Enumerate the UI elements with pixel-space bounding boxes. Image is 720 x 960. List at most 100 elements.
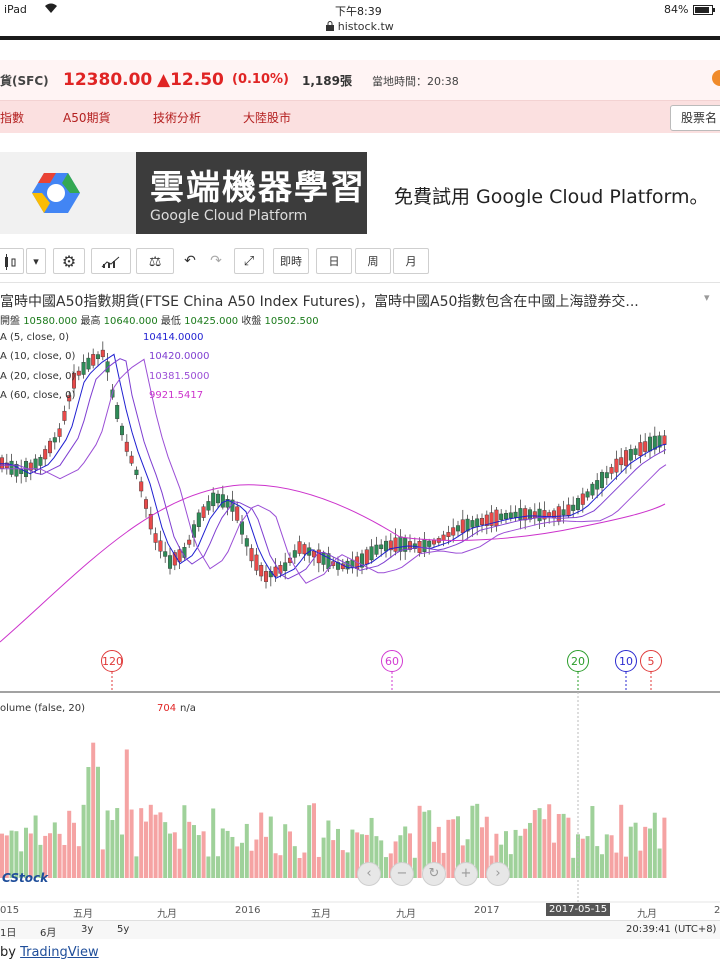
volume-bar <box>192 825 196 878</box>
plus-icon: + <box>460 866 472 881</box>
volume-bar <box>120 834 124 878</box>
volume-bar <box>446 819 451 878</box>
ios-status-bar: iPad 下午8:39 84% <box>0 0 720 20</box>
nav-bar: 指數 A50期貨 技術分析 大陸股市 股票名 <box>0 101 720 133</box>
chevron-down-icon[interactable]: ▾ <box>704 291 710 304</box>
tradingview-link[interactable]: TradingView <box>20 945 99 960</box>
marker-ma-60[interactable]: 60 <box>381 650 403 672</box>
price-chart[interactable] <box>0 282 720 942</box>
fullscreen-button[interactable]: ⤢ <box>234 248 264 274</box>
candle-body <box>513 511 518 518</box>
volume-bar <box>225 830 230 878</box>
chart-type-dropdown[interactable]: ▾ <box>26 248 46 274</box>
zoom-out-button[interactable]: − <box>390 862 414 886</box>
candle-body <box>43 449 48 460</box>
volume-bar <box>542 819 547 878</box>
high-label: 最高 <box>80 316 101 327</box>
settings-button[interactable]: ⚙ <box>53 248 85 274</box>
redo-button[interactable]: ↷ <box>204 248 228 274</box>
candle-body <box>470 520 475 528</box>
volume-bar <box>518 835 523 878</box>
volume-bar <box>86 767 91 878</box>
candle-body <box>119 425 124 436</box>
interval-day-button[interactable]: 日 <box>316 248 352 274</box>
axis-label: 五月 <box>311 909 331 920</box>
volume-bar <box>67 810 72 878</box>
undo-button[interactable]: ↶ <box>178 248 202 274</box>
candle-body <box>571 504 576 511</box>
chart-type-button[interactable] <box>0 248 24 274</box>
nav-item-technical-analysis[interactable]: 技術分析 <box>153 109 201 126</box>
range-6m-button[interactable]: 6月 <box>40 924 56 939</box>
candle-body <box>48 440 53 454</box>
chart-toolbar: ▾ ⚙ ⚖ ↶ ↷ ⤢ 即時 日 周 月 <box>0 242 720 283</box>
interval-realtime-button[interactable]: 即時 <box>273 248 309 274</box>
ma-10-line <box>0 358 667 580</box>
nav-item-index[interactable]: 指數 <box>0 109 24 126</box>
scale-icon: ⚖ <box>148 254 162 270</box>
scroll-left-button[interactable]: ‹ <box>357 862 381 886</box>
chart-canvas[interactable] <box>0 282 720 942</box>
marker-ma-120[interactable]: 120 <box>101 650 123 672</box>
range-5y-button[interactable]: 5y <box>117 924 129 935</box>
range-1d-button[interactable]: 1日 <box>0 924 16 939</box>
volume-bar <box>624 856 628 878</box>
compare-button[interactable]: ⚖ <box>136 248 174 274</box>
volume-bar <box>648 828 652 878</box>
nav-item-a50-futures[interactable]: A50期貨 <box>63 109 110 126</box>
candle-body <box>254 554 259 571</box>
volume-bar <box>657 848 662 878</box>
candle-body <box>590 483 595 496</box>
interval-week-button[interactable]: 周 <box>355 248 391 274</box>
volume-bar <box>177 848 182 878</box>
marker-ma-10[interactable]: 10 <box>615 650 637 672</box>
stock-search-input[interactable]: 股票名 <box>670 105 720 131</box>
candle-body <box>446 532 451 537</box>
low-value: 10425.000 <box>184 316 239 327</box>
interval-month-button[interactable]: 月 <box>393 248 429 274</box>
volume-bar <box>129 809 134 878</box>
candle-body <box>86 357 91 370</box>
volume-bar <box>316 856 321 878</box>
volume-bar <box>168 833 172 878</box>
open-value: 10580.000 <box>23 316 78 327</box>
chevron-down-icon: ▾ <box>33 255 39 268</box>
candle-body <box>220 494 225 508</box>
candle-body <box>206 501 211 511</box>
volume-bar <box>417 805 422 878</box>
ad-title: 雲端機器學習 <box>150 168 366 208</box>
candle-body <box>76 370 81 376</box>
wifi-icon <box>44 3 58 17</box>
candle-body <box>302 544 307 555</box>
candle-body <box>532 511 537 519</box>
volume-bar <box>552 842 556 878</box>
range-bar: 1日 6月 3y 5y 20:39:41 (UTC+8) <box>0 920 720 939</box>
nav-item-china-stocks[interactable]: 大陸股市 <box>243 109 291 126</box>
chevron-left-icon: ‹ <box>366 866 372 881</box>
reset-zoom-button[interactable]: ↻ <box>422 862 446 886</box>
volume-bar <box>230 836 235 878</box>
quote-change: ▲12.50 <box>157 70 224 90</box>
candle-body <box>38 457 43 466</box>
candle-body <box>211 492 216 507</box>
ma-5-line <box>0 353 667 579</box>
marker-ma-20[interactable]: 20 <box>567 650 589 672</box>
candle-body <box>273 566 278 577</box>
range-3y-button[interactable]: 3y <box>81 924 93 935</box>
axis-label: 015 <box>0 905 20 916</box>
quote-status-icon <box>712 70 720 86</box>
ma-label: A (60, close, 0) <box>0 390 76 401</box>
url-bar[interactable]: histock.tw <box>0 20 720 36</box>
indicators-button[interactable] <box>91 248 131 274</box>
volume-bar <box>201 831 206 878</box>
scroll-right-button[interactable]: › <box>486 862 510 886</box>
axis-label: 2017 <box>474 905 500 916</box>
volume-bar <box>556 814 561 878</box>
battery-percent: 84% <box>664 3 689 16</box>
marker-ma-5[interactable]: 5 <box>640 650 662 672</box>
volume-bar <box>331 840 336 878</box>
ad-banner[interactable]: 雲端機器學習 Google Cloud Platform 免費試用 Google… <box>0 152 720 234</box>
zoom-in-button[interactable]: + <box>454 862 478 886</box>
candle-body <box>52 437 57 443</box>
ad-cta[interactable]: 免費試用 Google Cloud Platform。 <box>394 182 709 209</box>
